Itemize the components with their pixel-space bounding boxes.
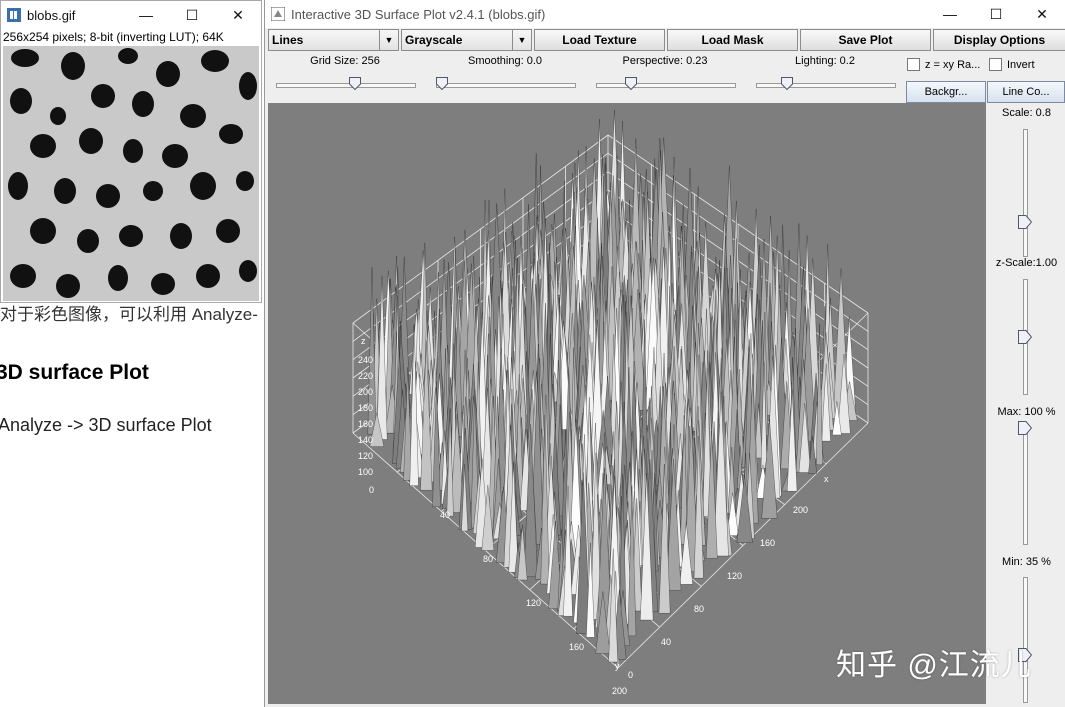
x-tick-label: 80: [694, 604, 704, 614]
smoothing-slider[interactable]: Smoothing: 0.0: [430, 55, 580, 90]
slider-thumb[interactable]: [349, 77, 362, 90]
background-text: 对于彩色图像，可以利用 Analyze-: [0, 305, 258, 324]
xy-ratio-checkbox[interactable]: [907, 58, 920, 71]
imagej-icon: [7, 8, 21, 22]
z-tick-label: 220: [358, 371, 373, 381]
colormap-select-value: Grayscale: [405, 33, 463, 47]
style-select-value: Lines: [272, 33, 304, 47]
z-scale-label: z-Scale:1.00: [995, 257, 1058, 269]
y-axis-label: y: [615, 661, 620, 671]
max-label: Max: 100 %: [997, 406, 1056, 418]
z-tick-label: 200: [358, 387, 373, 397]
scale-slider-track[interactable]: [1023, 129, 1028, 257]
background-heading: 3D surface Plot: [0, 361, 149, 384]
right-slider-panel: Scale: 0.8 z-Scale:1.00 Max: 100 % Min: …: [987, 103, 1065, 707]
plot-window-titlebar[interactable]: Interactive 3D Surface Plot v2.4.1 (blob…: [265, 0, 1065, 28]
z-tick-label: 240: [358, 355, 373, 365]
xy-ratio-option[interactable]: z = xy Ra...: [907, 58, 980, 71]
y-tick-label: 200: [612, 686, 627, 696]
xy-ratio-label: z = xy Ra...: [925, 58, 981, 71]
y-tick-label: 160: [569, 642, 584, 652]
surface-mesh: [367, 109, 858, 663]
slider-track[interactable]: [276, 83, 416, 88]
close-icon[interactable]: ✕: [215, 1, 261, 29]
blobs-image[interactable]: [3, 46, 259, 301]
lighting-slider[interactable]: Lighting: 0.2: [750, 55, 900, 90]
chevron-down-icon[interactable]: ▼: [512, 30, 531, 50]
slider-track[interactable]: [756, 83, 896, 88]
java-app-icon: [271, 7, 285, 21]
z-scale-slider-thumb[interactable]: [1018, 330, 1032, 344]
x-tick-label: 120: [727, 571, 742, 581]
slider-track[interactable]: [596, 83, 736, 88]
background-color-button[interactable]: Backgr...: [906, 81, 986, 103]
surface-plot-svg[interactable]: z 240 220 200 180 160 140 120 100 0 x 200 160 120 80 40…: [268, 103, 986, 704]
grid-size-label: Grid Size: 256: [310, 55, 380, 67]
slider-thumb[interactable]: [436, 77, 448, 90]
watermark: 知乎 @江流儿: [836, 649, 1032, 682]
load-mask-button[interactable]: Load Mask: [667, 29, 798, 51]
z-axis-label: z: [361, 336, 366, 346]
slider-thumb[interactable]: [624, 77, 637, 90]
image-window-title: blobs.gif: [27, 7, 76, 23]
max-slider-track[interactable]: [1023, 425, 1028, 545]
slider-row: Grid Size: 256 Smoothing: 0.0 Perspectiv…: [265, 55, 905, 97]
z-tick-label: 140: [358, 435, 373, 445]
grid-size-slider[interactable]: Grid Size: 256: [270, 55, 420, 90]
max-slider-thumb[interactable]: [1018, 421, 1032, 435]
x-tick-label: 160: [760, 538, 775, 548]
y-tick-label: 40: [440, 510, 450, 520]
smoothing-label: Smoothing: 0.0: [468, 55, 542, 67]
z-tick-label: 100: [358, 467, 373, 477]
invert-label: Invert: [1007, 58, 1035, 71]
image-info: 256x254 pixels; 8-bit (inverting LUT); 6…: [3, 30, 224, 44]
toolbar: Lines ▼ Grayscale ▼ Load Texture Load Ma…: [268, 29, 1065, 53]
scale-label: Scale: 0.8: [1002, 107, 1051, 119]
style-select[interactable]: Lines ▼: [268, 29, 399, 51]
y-tick-label: 120: [526, 598, 541, 608]
maximize-icon[interactable]: ☐: [169, 1, 215, 29]
save-plot-button[interactable]: Save Plot: [800, 29, 931, 51]
invert-option[interactable]: Invert: [989, 58, 1035, 71]
plot-window-title: Interactive 3D Surface Plot v2.4.1 (blob…: [291, 6, 546, 22]
scale-slider-thumb[interactable]: [1018, 215, 1032, 229]
surface-plot-canvas[interactable]: z 240 220 200 180 160 140 120 100 0 x 200 160 120 80 40…: [268, 103, 986, 704]
surface-plot-window[interactable]: Interactive 3D Surface Plot v2.4.1 (blob…: [264, 0, 1065, 707]
z-tick-label: 160: [358, 419, 373, 429]
x-tick-label: 40: [661, 637, 671, 647]
x-tick-label: 0: [628, 670, 633, 680]
image-window-titlebar[interactable]: blobs.gif — ☐ ✕: [1, 1, 261, 29]
x-axis-label: x: [824, 474, 829, 484]
z-tick-label: 0: [369, 485, 374, 495]
colormap-select[interactable]: Grayscale ▼: [401, 29, 532, 51]
min-label: Min: 35 %: [1002, 556, 1051, 568]
line-color-button[interactable]: Line Co...: [987, 81, 1065, 103]
chevron-down-icon[interactable]: ▼: [379, 30, 398, 50]
perspective-slider[interactable]: Perspective: 0.23: [590, 55, 740, 90]
close-icon[interactable]: ✕: [1019, 0, 1065, 28]
minimize-icon[interactable]: —: [123, 1, 169, 29]
x-tick-label: 200: [793, 505, 808, 515]
invert-checkbox[interactable]: [989, 58, 1002, 71]
background-path-text: Analyze -> 3D surface Plot: [0, 415, 212, 435]
lighting-label: Lighting: 0.2: [795, 55, 855, 67]
image-window[interactable]: blobs.gif — ☐ ✕ 256x254 pixels; 8-bit (i…: [0, 0, 262, 303]
load-texture-button[interactable]: Load Texture: [534, 29, 665, 51]
z-tick-label: 120: [358, 451, 373, 461]
y-tick-label: 80: [483, 554, 493, 564]
z-tick-label: 180: [358, 403, 373, 413]
maximize-icon[interactable]: ☐: [973, 0, 1019, 28]
minimize-icon[interactable]: —: [927, 0, 973, 28]
display-options-button[interactable]: Display Options: [933, 29, 1065, 51]
perspective-label: Perspective: 0.23: [622, 55, 708, 67]
slider-thumb[interactable]: [781, 77, 794, 90]
slider-track[interactable]: [436, 83, 576, 88]
